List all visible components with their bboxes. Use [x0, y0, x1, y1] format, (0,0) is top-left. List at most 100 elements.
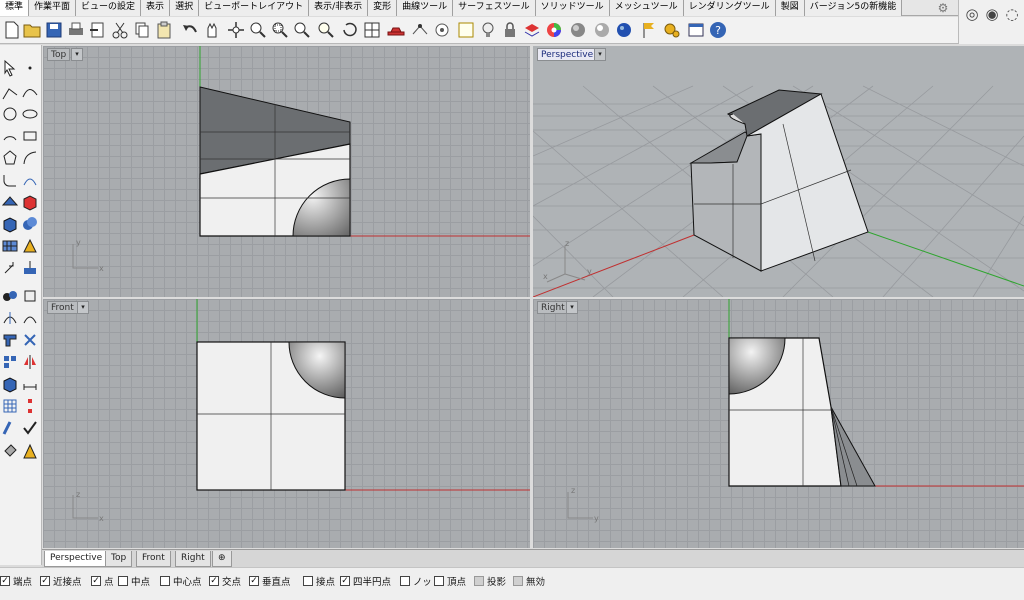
checkbox-empty-icon[interactable]	[118, 576, 128, 586]
top-view-canvas[interactable]: y x	[43, 46, 530, 297]
blue-sphere-icon[interactable]	[614, 20, 634, 40]
osnap-checkbox-4[interactable]: 中心点	[160, 575, 202, 588]
checkbox-empty-icon[interactable]	[513, 576, 523, 586]
right-view-canvas[interactable]: z y	[533, 299, 1024, 548]
print-icon[interactable]	[66, 20, 86, 40]
osnap-checkbox-8[interactable]: ✓ 四半円点	[340, 575, 391, 588]
new-file-icon[interactable]	[2, 20, 22, 40]
boolean-union-icon[interactable]	[21, 215, 39, 233]
trim-icon[interactable]	[1, 309, 19, 327]
ribbon-tab-0[interactable]: 標準	[0, 0, 30, 16]
osnap-checkbox-11[interactable]: 投影	[474, 575, 506, 588]
color-wheel-icon[interactable]	[544, 20, 564, 40]
grid-array-icon[interactable]	[1, 397, 19, 415]
chevron-down-icon[interactable]: ▾	[566, 301, 578, 314]
options-gears-icon[interactable]	[662, 20, 682, 40]
ribbon-tab-13[interactable]: 製図	[775, 0, 805, 16]
checkbox-checked-icon[interactable]: ✓	[340, 576, 350, 586]
spiral-flat-icon[interactable]: ◌	[1002, 4, 1022, 24]
polar-array-icon[interactable]	[21, 397, 39, 415]
perspective-view-canvas[interactable]: z y x	[533, 46, 1024, 297]
ribbon-tab-1[interactable]: 作業平面	[29, 0, 77, 16]
add-tab-button[interactable]: ⊕	[212, 551, 232, 567]
perspective-viewport[interactable]: z y x Perspective ▾	[533, 46, 1024, 297]
car-render-icon[interactable]	[386, 20, 406, 40]
ribbon-tab-5[interactable]: ビューポートレイアウト	[199, 0, 310, 16]
rectangle-icon[interactable]	[21, 127, 39, 145]
osnap-checkbox-1[interactable]: ✓ 近接点	[40, 575, 82, 588]
ribbon-tab-12[interactable]: レンダリングツール	[683, 0, 776, 16]
point-icon[interactable]	[21, 59, 39, 77]
select-point-icon[interactable]	[432, 20, 452, 40]
mirror-icon[interactable]	[21, 353, 39, 371]
osnap-checkbox-3[interactable]: 中点	[118, 575, 150, 588]
osnap-checkbox-0[interactable]: ✓ 端点	[0, 575, 32, 588]
viewport-title-top[interactable]: Top	[47, 48, 71, 61]
viewport-title-right[interactable]: Right	[537, 301, 569, 314]
layer-icon[interactable]	[522, 20, 542, 40]
split-icon[interactable]	[21, 309, 39, 327]
ribbon-tab-2[interactable]: ビューの設定	[76, 0, 142, 16]
polyline-icon[interactable]	[1, 83, 19, 101]
front-view-canvas[interactable]: z x	[43, 299, 530, 548]
viewport-title-front[interactable]: Front	[47, 301, 78, 314]
lock-icon[interactable]	[500, 20, 520, 40]
copy-icon[interactable]	[132, 20, 152, 40]
surface-icon[interactable]	[1, 193, 19, 211]
checkbox-empty-icon[interactable]	[303, 576, 313, 586]
ribbon-tab-7[interactable]: 変形	[368, 0, 398, 16]
checkbox-checked-icon[interactable]: ✓	[209, 576, 219, 586]
ribbon-tab-10[interactable]: ソリッドツール	[535, 0, 610, 16]
tab-top[interactable]: Top	[105, 551, 133, 567]
save-icon[interactable]	[44, 20, 64, 40]
cone-icon[interactable]	[21, 443, 39, 461]
ribbon-tab-3[interactable]: 表示	[141, 0, 171, 16]
free-curve-icon[interactable]	[21, 149, 39, 167]
arc-icon[interactable]	[1, 127, 19, 145]
osnap-checkbox-10[interactable]: 頂点	[434, 575, 466, 588]
front-viewport[interactable]: z x Front ▾	[43, 299, 530, 548]
checkbox-empty-icon[interactable]	[400, 576, 410, 586]
paint-bucket-icon[interactable]	[1, 443, 19, 461]
chevron-down-icon[interactable]: ▾	[594, 48, 606, 61]
move-icon[interactable]	[21, 259, 39, 277]
ribbon-tab-8[interactable]: 曲線ツール	[397, 0, 454, 16]
tab-front[interactable]: Front	[136, 551, 171, 567]
array-icon[interactable]	[1, 353, 19, 371]
chevron-down-icon[interactable]: ▾	[71, 48, 83, 61]
render-mesh-icon[interactable]	[21, 237, 39, 255]
shaded-sphere-icon[interactable]	[568, 20, 588, 40]
extrude-icon[interactable]	[21, 193, 39, 211]
tab-right[interactable]: Right	[175, 551, 211, 567]
block-icon[interactable]	[21, 287, 39, 305]
top-viewport[interactable]: y x Top ▾	[43, 46, 530, 297]
osnap-checkbox-2[interactable]: ✓ 点	[91, 575, 114, 588]
rendered-sphere-icon[interactable]	[592, 20, 612, 40]
join-icon[interactable]	[1, 331, 19, 349]
fillet-curve-icon[interactable]	[1, 171, 19, 189]
import-icon[interactable]	[88, 20, 108, 40]
zoom-window-icon[interactable]	[270, 20, 290, 40]
transform-icon[interactable]	[1, 259, 19, 277]
undo-icon[interactable]	[180, 20, 200, 40]
explode-icon[interactable]	[21, 331, 39, 349]
checkbox-checked-icon[interactable]: ✓	[0, 576, 10, 586]
zoom-selected-icon[interactable]	[316, 20, 336, 40]
grid-snap-icon[interactable]	[456, 20, 476, 40]
ribbon-tab-11[interactable]: メッシュツール	[609, 0, 684, 16]
gear-icon[interactable]: ⚙	[936, 1, 950, 15]
polygon-icon[interactable]	[1, 149, 19, 167]
paste-icon[interactable]	[154, 20, 174, 40]
light-bulb-icon[interactable]	[478, 20, 498, 40]
four-viewports-icon[interactable]	[362, 20, 382, 40]
helix-icon[interactable]: ◉	[982, 4, 1002, 24]
zoom-extents-icon[interactable]	[292, 20, 312, 40]
group-icon[interactable]	[1, 287, 19, 305]
snap-point-icon[interactable]	[410, 20, 430, 40]
cut-icon[interactable]	[110, 20, 130, 40]
ribbon-tab-4[interactable]: 選択	[170, 0, 200, 16]
zoom-dynamic-icon[interactable]	[248, 20, 268, 40]
flag-icon[interactable]	[640, 20, 660, 40]
box-solid-icon[interactable]	[1, 215, 19, 233]
spiral-icon[interactable]: ◎	[962, 4, 982, 24]
